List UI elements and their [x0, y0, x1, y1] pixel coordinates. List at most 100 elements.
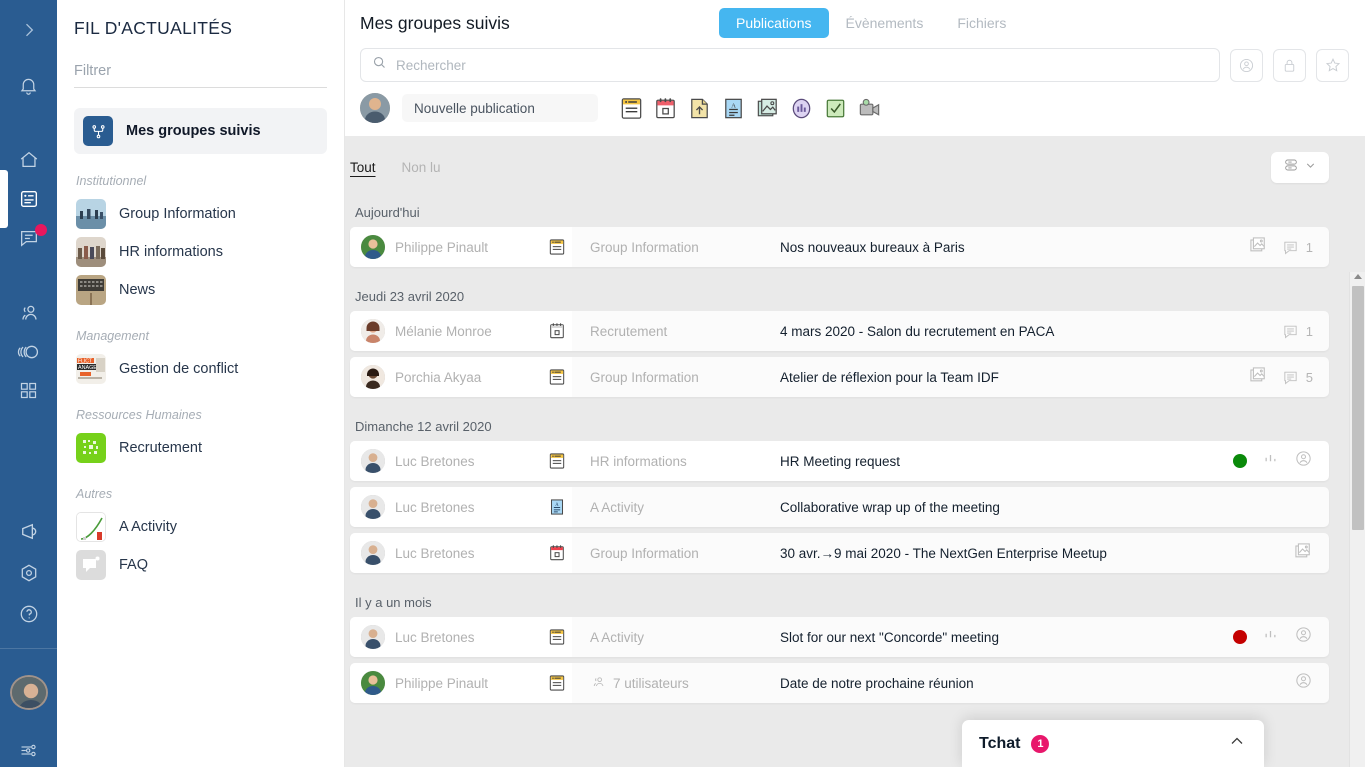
status-badge [1233, 454, 1247, 468]
stats-bar-icon[interactable] [1261, 449, 1280, 473]
user-avatar[interactable] [9, 675, 48, 711]
target-icon[interactable] [11, 556, 47, 589]
help-icon[interactable] [11, 597, 47, 630]
row-title: Nos nouveaux bureaux à Paris [780, 239, 965, 255]
sidebar-item-a-activity[interactable]: A Activity [74, 508, 327, 546]
comment-count-value: 1 [1305, 323, 1313, 339]
row-author-cell: Luc Bretones [350, 617, 572, 657]
search-input[interactable] [396, 57, 1208, 73]
sidebar-item-group-information[interactable]: Group Information [74, 195, 327, 233]
news-feed-icon[interactable] [11, 183, 47, 216]
topbar: Mes groupes suivis Publications Évènemen… [345, 0, 1365, 135]
contacts-icon[interactable] [11, 297, 47, 330]
row-title: Collaborative wrap up of the meeting [780, 499, 1000, 515]
waves-icon[interactable] [11, 336, 47, 369]
file-upload-icon[interactable] [686, 95, 713, 122]
new-publication-input[interactable]: Nouvelle publication [402, 94, 598, 122]
table-row[interactable]: Luc Bretones Group Information 30 avr.→9… [350, 533, 1329, 573]
row-title: 30 avr.→9 mai 2020 - The NextGen Enterpr… [780, 545, 1107, 561]
row-author: Luc Bretones [395, 629, 475, 645]
chevron-up-icon[interactable] [1227, 731, 1247, 756]
comment-count[interactable]: 1 [1282, 239, 1313, 256]
assignee-person-icon[interactable] [1294, 671, 1313, 695]
sidebar-item-label: HR informations [119, 244, 223, 260]
sidebar-item-faq[interactable]: FAQ [74, 546, 327, 584]
table-row[interactable]: Luc Bretones A Activity Slot for our nex… [350, 617, 1329, 657]
home-icon[interactable] [11, 144, 47, 177]
bell-icon[interactable] [11, 69, 47, 102]
article-icon[interactable] [618, 95, 645, 122]
megaphone-icon[interactable] [11, 515, 47, 548]
sidebar-item-gestion-de-conflict[interactable]: FLICT ANAGE Gestion de conflict [74, 350, 327, 388]
gallery-image-icon[interactable] [754, 95, 781, 122]
sidebar-item-hr-informations[interactable]: HR informations [74, 233, 327, 271]
task-checklist-icon[interactable] [822, 95, 849, 122]
feed-filter-non-lu[interactable]: Non lu [402, 160, 441, 175]
avatar [361, 449, 385, 473]
image-attachment-icon[interactable] [1248, 235, 1268, 260]
event-calendar-icon [546, 320, 572, 342]
tab-publications[interactable]: Publications [719, 8, 829, 38]
table-row[interactable]: Luc Bretones A A Activity Collaborative … [350, 487, 1329, 527]
member-filter-button[interactable] [1230, 48, 1263, 82]
composer-avatar [360, 93, 390, 123]
comment-count[interactable]: 1 [1282, 323, 1313, 340]
scroll-up-arrow[interactable] [1353, 274, 1362, 279]
row-group-label: Recrutement [590, 323, 668, 339]
sidebar-item-mes-groupes-suivis[interactable]: Mes groupes suivis [74, 108, 327, 154]
svg-text:A: A [731, 102, 736, 109]
row-group-label: Group Information [590, 239, 699, 255]
chevron-down-icon [1304, 159, 1317, 177]
table-row[interactable]: Philippe Pinault 7 utilisateurs Date de … [350, 663, 1329, 703]
scrollbar-thumb[interactable] [1352, 286, 1364, 530]
row-title: Atelier de réflexion pour la Team IDF [780, 369, 999, 385]
chat-title: Tchat [979, 734, 1021, 752]
search-box[interactable] [360, 48, 1220, 82]
feed-header: Tout Non lu [345, 136, 1349, 183]
row-group: Group Information [572, 546, 780, 561]
feed-scrollbar[interactable] [1349, 272, 1365, 767]
sliders-icon[interactable] [11, 734, 47, 767]
avatar [361, 671, 385, 695]
sidebar-item-recrutement[interactable]: Recrutement [74, 429, 327, 467]
tab-fichiers[interactable]: Fichiers [940, 8, 1023, 38]
sidebar-section-label: Autres [76, 487, 113, 501]
chat-unread-badge [34, 223, 47, 236]
filter-field-wrapper [74, 59, 327, 88]
event-calendar-icon[interactable] [652, 95, 679, 122]
sidebar-item-news[interactable]: News [74, 271, 327, 309]
row-author: Luc Bretones [395, 453, 475, 469]
chat-widget[interactable]: Tchat 1 [962, 720, 1264, 767]
table-row[interactable]: Porchia Akyaa Group Information Atelier … [350, 357, 1329, 397]
text-document-icon[interactable]: A [720, 95, 747, 122]
apps-grid-icon[interactable] [11, 374, 47, 407]
row-group: A Activity [572, 630, 780, 645]
sidebar-item-label: Mes groupes suivis [126, 123, 261, 139]
view-mode-dropdown[interactable] [1271, 152, 1329, 183]
expand-chevron-icon[interactable] [11, 14, 47, 47]
assignee-person-icon[interactable] [1294, 449, 1313, 473]
feed-filter-tout[interactable]: Tout [350, 160, 376, 175]
followed-groups-icon [83, 116, 113, 146]
favorite-filter-button[interactable] [1316, 48, 1349, 82]
assignee-person-icon[interactable] [1294, 625, 1313, 649]
filter-input[interactable] [74, 59, 327, 88]
image-attachment-icon[interactable] [1248, 365, 1268, 390]
chat-bubble-icon[interactable] [11, 222, 47, 255]
table-row[interactable]: Luc Bretones HR informations HR Meeting … [350, 441, 1329, 481]
table-row[interactable]: Mélanie Monroe Recrutement 4 mars 2020 -… [350, 311, 1329, 351]
lock-filter-button[interactable] [1273, 48, 1306, 82]
row-title: Date de notre prochaine réunion [780, 675, 974, 691]
video-camera-icon[interactable] [856, 95, 883, 122]
tab-evenements[interactable]: Évènements [829, 8, 941, 38]
stats-bar-icon[interactable] [1261, 625, 1280, 649]
users-group-icon [590, 674, 606, 693]
table-row[interactable]: Philippe Pinault Group Information Nos n… [350, 227, 1329, 267]
row-author: Philippe Pinault [395, 675, 489, 691]
row-title: Slot for our next "Concorde" meeting [780, 629, 999, 645]
comment-count[interactable]: 5 [1282, 369, 1313, 386]
comment-count-value: 1 [1305, 239, 1313, 255]
image-attachment-icon[interactable] [1293, 541, 1313, 566]
feed-day-label: Aujourd'hui [355, 205, 420, 220]
poll-icon[interactable] [788, 95, 815, 122]
